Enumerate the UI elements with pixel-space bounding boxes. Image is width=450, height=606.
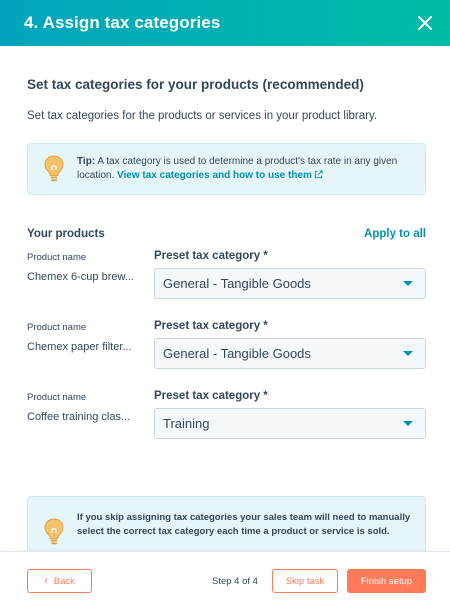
- product-info: Product name Coffee training clas...: [27, 390, 154, 442]
- modal-body: Set tax categories for your products (re…: [0, 46, 450, 551]
- product-info: Product name Chemex paper filter...: [27, 320, 154, 372]
- tax-category-value: Training: [163, 416, 210, 431]
- product-name: Coffee training clas...: [27, 411, 131, 423]
- products-header: Your products Apply to all: [27, 228, 426, 240]
- apply-to-all-link[interactable]: Apply to all: [364, 228, 426, 240]
- external-link-icon[interactable]: [314, 170, 323, 179]
- modal-header: 4. Assign tax categories: [0, 0, 450, 46]
- modal-footer: ‹ Back Step 4 of 4 Skip task Finish setu…: [0, 551, 450, 606]
- tip-link[interactable]: View tax categories and how to use them: [117, 170, 312, 181]
- lightbulb-icon: [44, 155, 64, 182]
- product-name-label: Product name: [27, 322, 87, 333]
- product-name-label: Product name: [27, 252, 87, 263]
- tax-category-label: Preset tax category *: [154, 390, 268, 402]
- tax-category-value: General - Tangible Goods: [163, 346, 311, 361]
- chevron-down-icon: [403, 281, 413, 286]
- tip-text: Tip: A tax category is used to determine…: [77, 155, 415, 183]
- modal-title: 4. Assign tax categories: [24, 13, 221, 32]
- close-icon: [418, 16, 432, 30]
- tax-category-select[interactable]: General - Tangible Goods: [154, 338, 426, 369]
- product-name-label: Product name: [27, 392, 87, 403]
- tax-category-field: Preset tax category * General - Tangible…: [154, 250, 426, 302]
- section-title: Set tax categories for your products (re…: [27, 77, 364, 92]
- product-info: Product name Chemex 6-cup brew...: [27, 250, 154, 302]
- tax-category-field: Preset tax category * General - Tangible…: [154, 320, 426, 372]
- tax-category-value: General - Tangible Goods: [163, 276, 311, 291]
- tax-category-label: Preset tax category *: [154, 320, 268, 332]
- chevron-down-icon: [403, 421, 413, 426]
- section-description: Set tax categories for the products or s…: [27, 110, 378, 122]
- close-button[interactable]: [414, 12, 436, 34]
- lightbulb-icon: [44, 518, 64, 545]
- tip-callout: Tip: A tax category is used to determine…: [27, 143, 426, 195]
- back-button-label: Back: [53, 575, 75, 587]
- chevron-left-icon: ‹: [44, 574, 48, 587]
- tax-category-select[interactable]: Training: [154, 408, 426, 439]
- tip-label: Tip:: [77, 156, 96, 167]
- product-row: Product name Chemex paper filter... Pres…: [27, 320, 426, 372]
- tax-category-field: Preset tax category * Training: [154, 390, 426, 442]
- product-name: Chemex paper filter...: [27, 341, 132, 353]
- skip-warning-callout: If you skip assigning tax categories you…: [27, 496, 426, 551]
- tax-category-label: Preset tax category *: [154, 250, 268, 262]
- step-indicator: Step 4 of 4: [212, 576, 258, 587]
- tax-category-select[interactable]: General - Tangible Goods: [154, 268, 426, 299]
- back-button[interactable]: ‹ Back: [27, 569, 92, 593]
- product-row: Product name Chemex 6-cup brew... Preset…: [27, 250, 426, 302]
- finish-setup-button[interactable]: Finish setup: [347, 569, 426, 593]
- chevron-down-icon: [403, 351, 413, 356]
- product-name: Chemex 6-cup brew...: [27, 271, 134, 283]
- products-title: Your products: [27, 228, 105, 240]
- skip-warning-text: If you skip assigning tax categories you…: [77, 512, 411, 537]
- product-row: Product name Coffee training clas... Pre…: [27, 390, 426, 442]
- skip-task-button[interactable]: Skip task: [272, 569, 338, 593]
